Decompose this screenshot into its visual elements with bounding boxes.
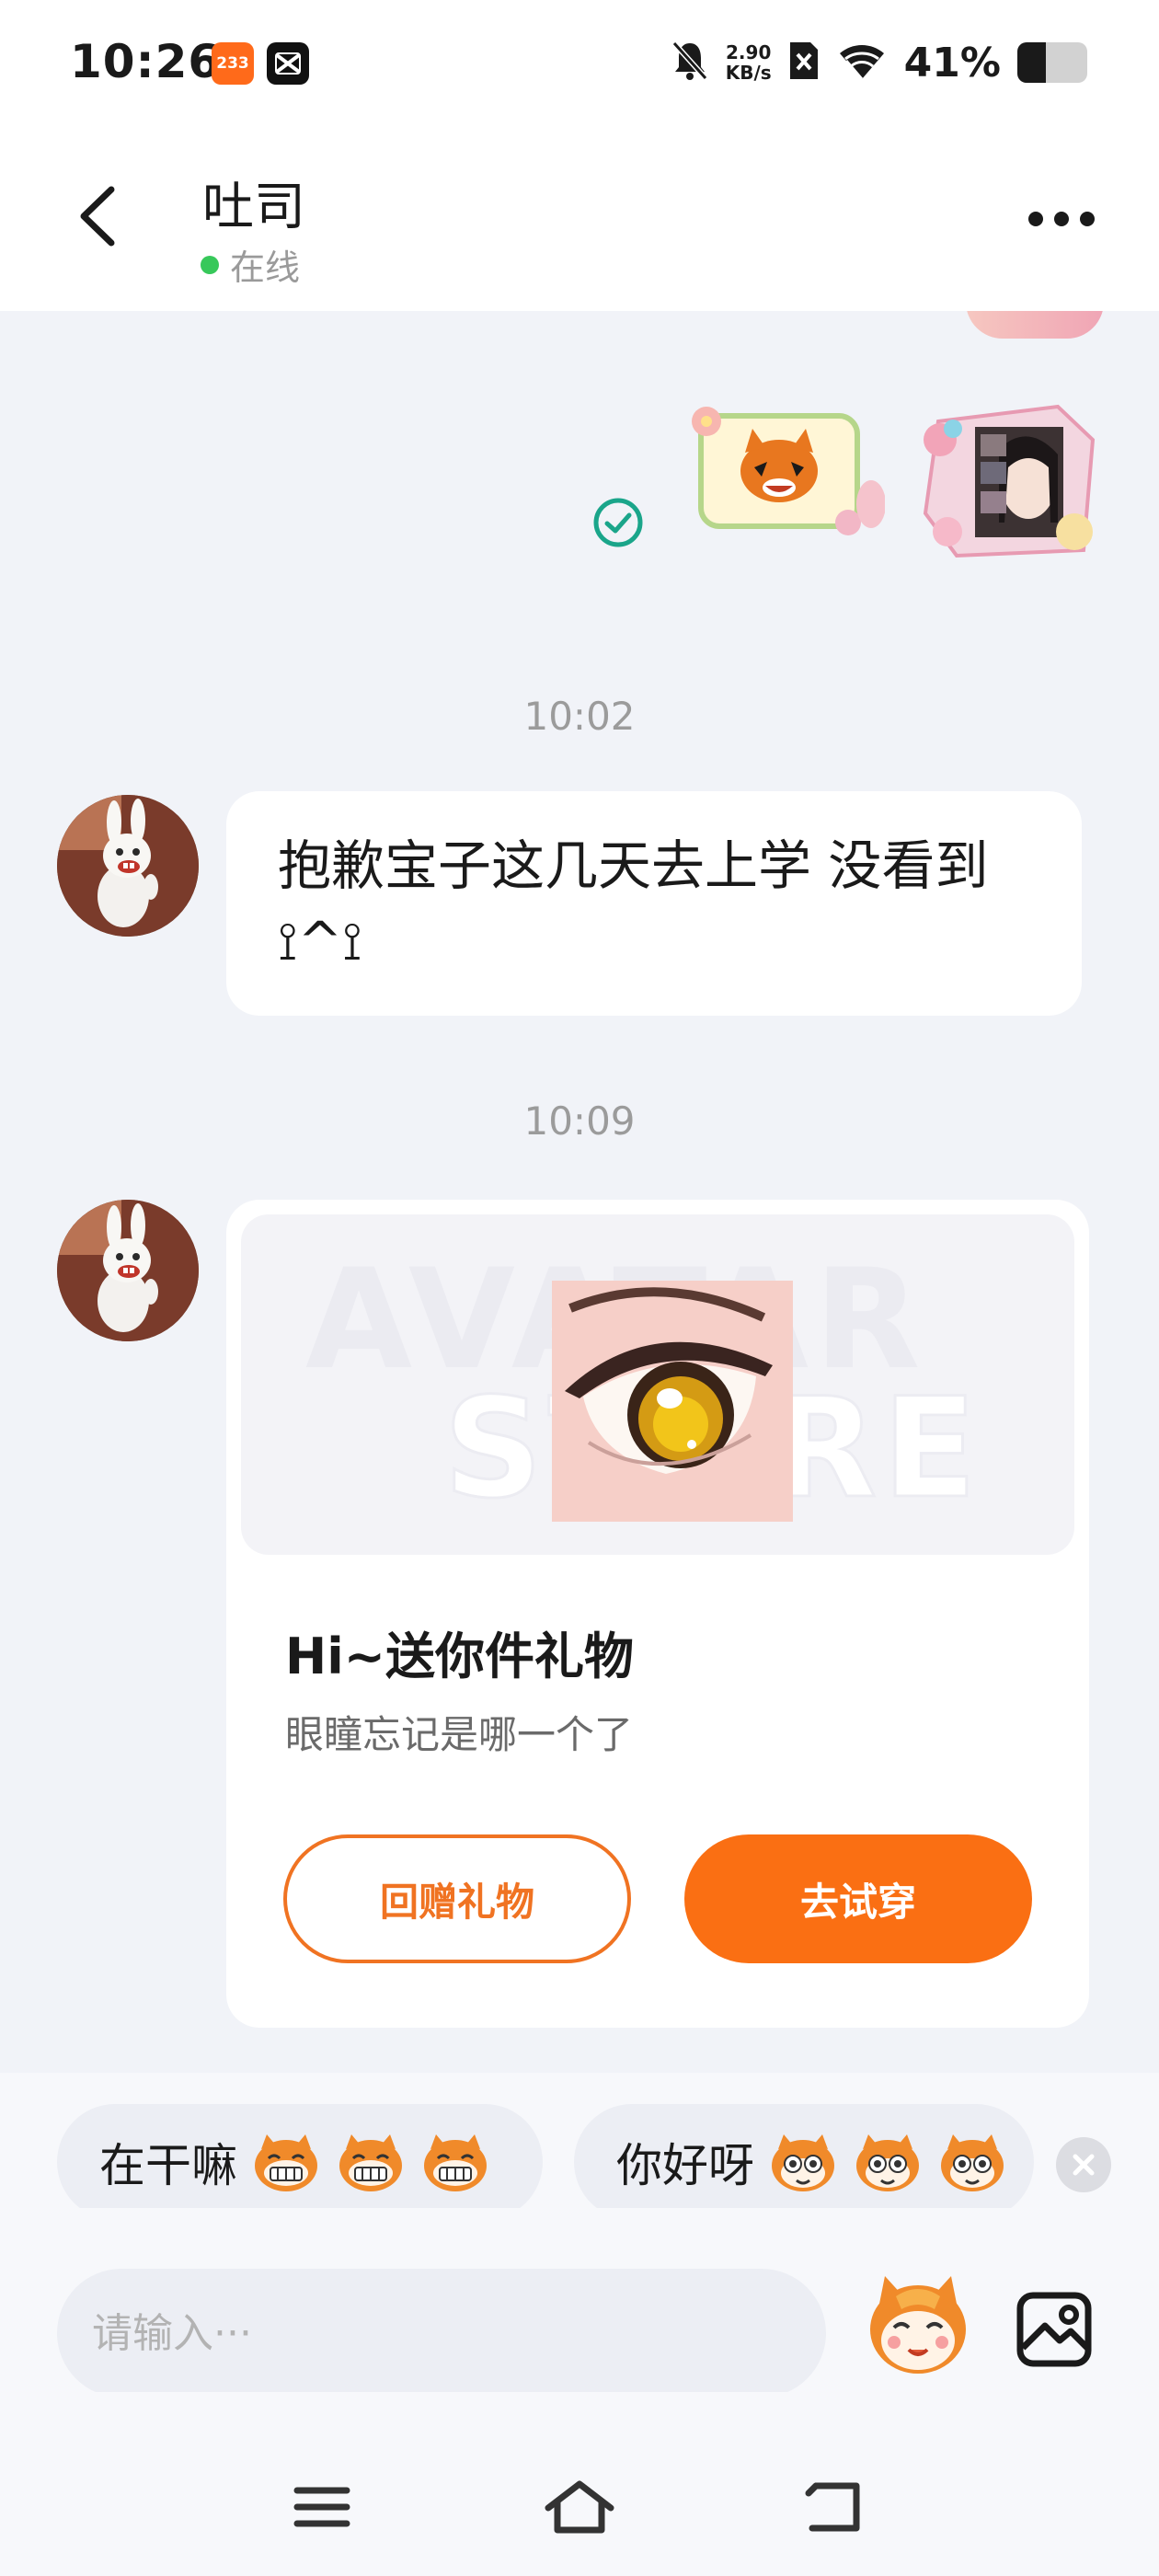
- photo-sticker-image[interactable]: [920, 403, 1104, 559]
- quick-reply-chip[interactable]: 在干嘛: [57, 2104, 543, 2220]
- menu-icon: [293, 2487, 350, 2527]
- mute-icon: [671, 40, 709, 86]
- status-right-group: 2.90 KB/s 41%: [671, 33, 1087, 92]
- net-speed-unit: KB/s: [725, 62, 772, 84]
- nav-back-button[interactable]: [800, 2475, 874, 2539]
- battery-fill: [1017, 42, 1047, 83]
- online-dot-icon: [201, 255, 219, 274]
- message-input-bar: [0, 2208, 1159, 2398]
- net-speed-value: 2.90: [726, 41, 772, 63]
- emoji-sticker-button[interactable]: [863, 2263, 973, 2383]
- battery-percent: 41%: [903, 39, 1001, 86]
- status-time: 10:26: [70, 35, 222, 88]
- timestamp: 10:02: [523, 694, 636, 739]
- image-picker-button[interactable]: [1016, 2291, 1093, 2368]
- rabbid-avatar-image: [57, 795, 199, 937]
- close-icon: [1073, 2154, 1095, 2176]
- app-233-icon: 233: [212, 42, 254, 85]
- grin-face-icon: [424, 2134, 487, 2191]
- rabbid-avatar-image: [57, 1200, 199, 1341]
- more-dot-icon: [1080, 212, 1095, 226]
- net-speed: 2.90 KB/s: [726, 42, 772, 83]
- close-quick-replies-button[interactable]: [1056, 2137, 1111, 2192]
- no-sim-icon: [788, 40, 820, 85]
- message-input[interactable]: [57, 2269, 826, 2398]
- gift-subtitle: 眼瞳忘记是哪一个了: [285, 1712, 634, 1757]
- cat-sticker-image[interactable]: [692, 403, 885, 541]
- wide-eyed-face-icon: [941, 2134, 1004, 2191]
- back-button[interactable]: [64, 179, 129, 253]
- gift-banner: AVATAR STORE: [241, 1214, 1074, 1555]
- chat-header: 吐司 在线: [0, 120, 1159, 311]
- system-nav-bar: [0, 2392, 1159, 2576]
- chevron-left-icon: [80, 186, 115, 247]
- home-icon: [545, 2480, 614, 2534]
- wide-eyed-face-icon: [856, 2134, 919, 2191]
- more-options-button[interactable]: [1028, 212, 1095, 226]
- quick-reply-text: 在干嘛: [99, 2139, 237, 2192]
- gift-card[interactable]: AVATAR STORE Hi~送你件礼物 眼瞳忘记是哪一个了 回赠礼: [226, 1200, 1089, 2028]
- grin-face-icon: [339, 2134, 402, 2191]
- return-gift-button[interactable]: 回赠礼物: [283, 1834, 631, 1963]
- contact-avatar[interactable]: [57, 1200, 199, 1341]
- read-check-icon: [593, 498, 643, 547]
- capcut-icon: [267, 42, 309, 85]
- more-dot-icon: [1054, 212, 1069, 226]
- sticker-partial-image[interactable]: [966, 311, 1104, 339]
- battery-icon: [1017, 42, 1087, 83]
- online-status: 在线: [201, 239, 300, 290]
- wide-eyed-face-icon: [772, 2134, 834, 2191]
- gift-item-image[interactable]: [552, 1281, 793, 1522]
- quick-reply-text: 你好呀: [616, 2139, 754, 2192]
- online-status-text: 在线: [230, 247, 301, 288]
- quick-reply-chip[interactable]: 你好呀: [574, 2104, 1034, 2220]
- try-on-button[interactable]: 去试穿: [684, 1834, 1032, 1963]
- contact-name[interactable]: 吐司: [202, 166, 305, 240]
- status-bar: 10:26 233 2.90 KB/s 41%: [0, 0, 1159, 120]
- nav-menu-button[interactable]: [285, 2475, 359, 2539]
- contact-avatar[interactable]: [57, 795, 199, 937]
- more-dot-icon: [1028, 212, 1043, 226]
- eye-item-image: [552, 1281, 793, 1522]
- timestamp: 10:09: [523, 1098, 636, 1144]
- chat-messages[interactable]: 10:02 抱歉宝子这几天去上学 没看到 ⟟^⟟ 10:09 Hi~送你件礼物 …: [0, 311, 1159, 2073]
- wifi-icon: [836, 40, 888, 85]
- nav-home-button[interactable]: [543, 2475, 616, 2539]
- grin-face-icon: [255, 2134, 317, 2191]
- back-arrow-icon: [805, 2482, 860, 2532]
- gift-title: Hi~送你件礼物: [285, 1627, 634, 1685]
- message-bubble[interactable]: 抱歉宝子这几天去上学 没看到 ⟟^⟟: [226, 791, 1082, 1016]
